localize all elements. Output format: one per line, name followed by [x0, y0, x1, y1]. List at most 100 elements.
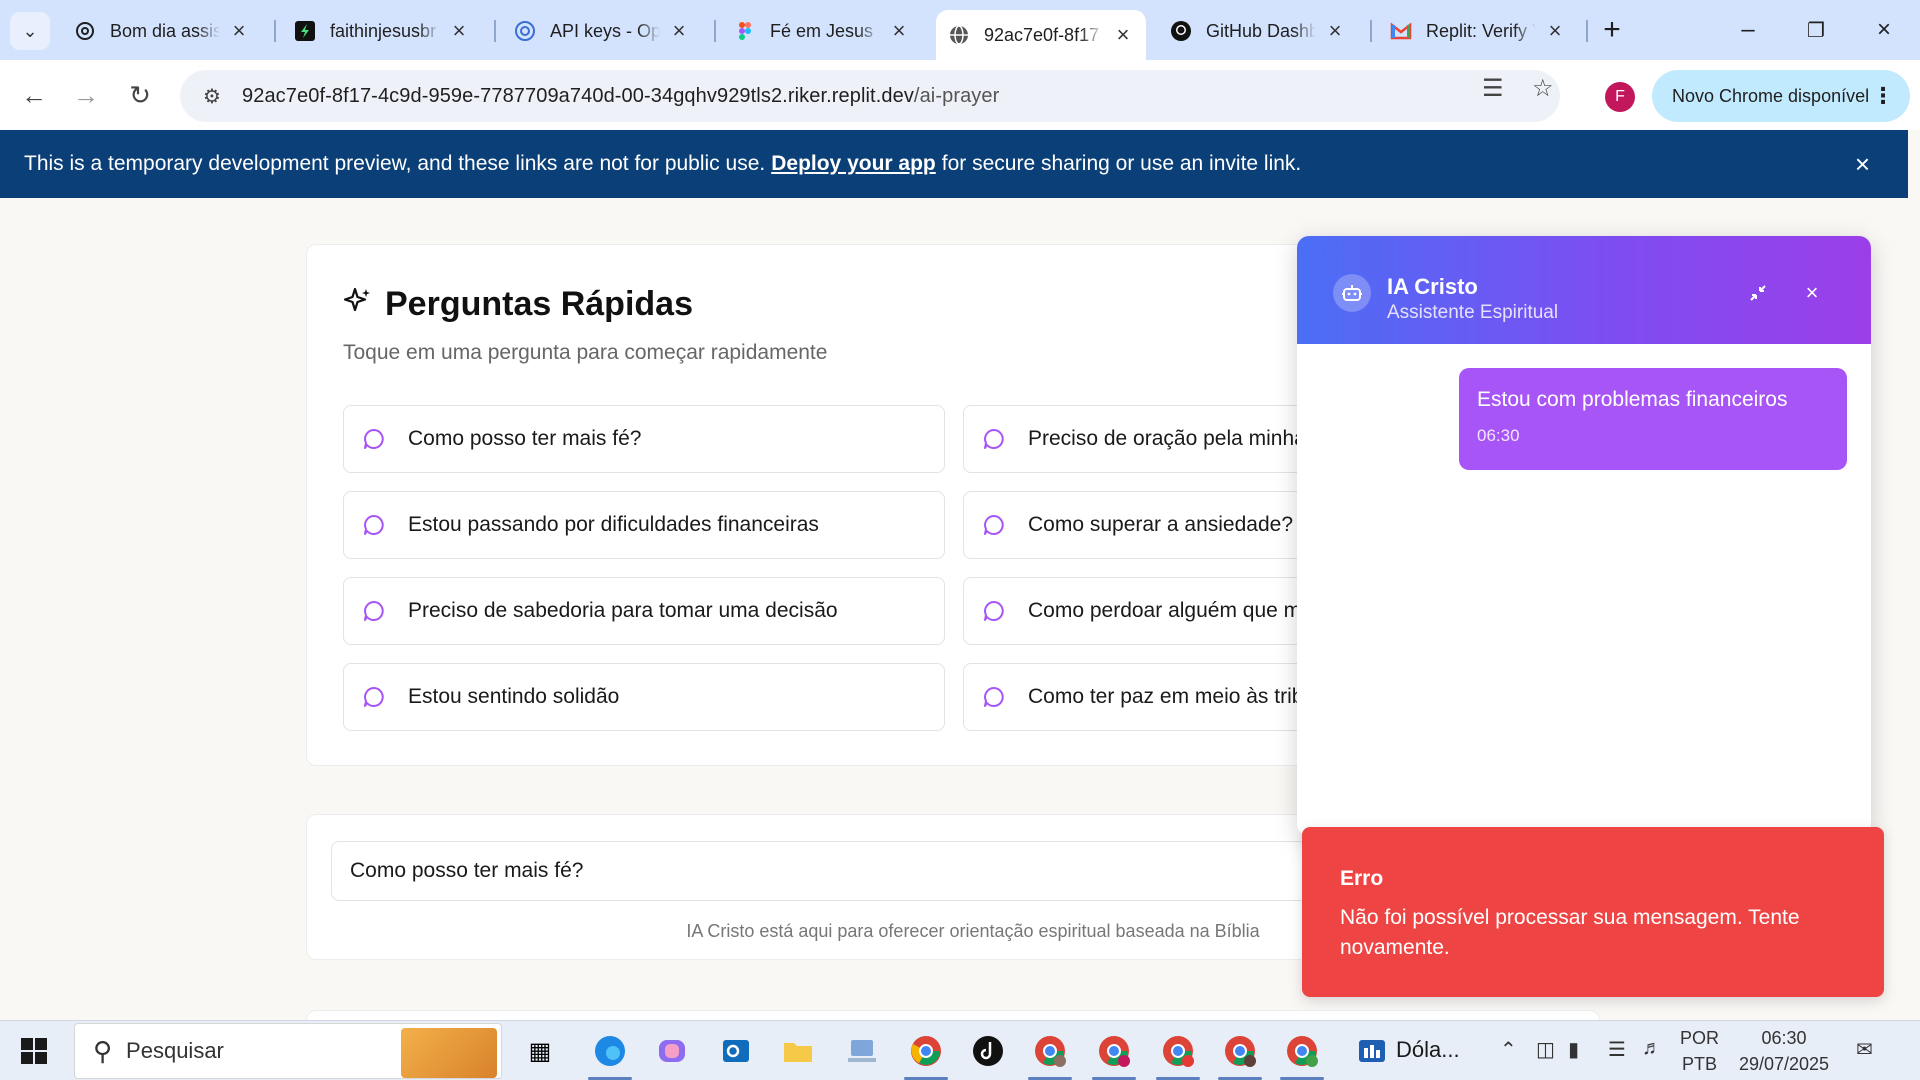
- dev-preview-banner: This is a temporary development preview,…: [0, 130, 1908, 198]
- back-icon[interactable]: ←: [14, 75, 54, 115]
- battery-icon[interactable]: ▮: [1568, 1037, 1579, 1062]
- clock-date: 29/07/2025: [1738, 1054, 1830, 1074]
- tab-divider: [494, 20, 496, 42]
- translate-icon[interactable]: ☰: [1482, 74, 1504, 103]
- tab-1[interactable]: faithinjesusbr ×: [282, 10, 482, 52]
- close-icon[interactable]: ×: [448, 18, 470, 44]
- forward-icon[interactable]: →: [66, 75, 106, 115]
- outlook-icon[interactable]: [716, 1031, 756, 1071]
- chrome-profile-d-icon[interactable]: [1220, 1031, 1260, 1071]
- figma-icon: [734, 20, 756, 42]
- tab-title: 92ac7e0f-8f17: [984, 24, 1100, 45]
- task-view-icon[interactable]: ▦: [520, 1031, 560, 1071]
- profile-avatar[interactable]: F: [1605, 82, 1635, 112]
- new-tab-button[interactable]: +: [1594, 12, 1630, 48]
- clock-time: 06:30: [1761, 1028, 1807, 1048]
- tab-search-button[interactable]: ⌄: [10, 12, 50, 50]
- chrome-profile-e-icon[interactable]: [1282, 1031, 1322, 1071]
- tab-title: Bom dia assistente: [110, 20, 220, 41]
- card-subtitle: Toque em uma pergunta para começar rapid…: [343, 341, 828, 364]
- taskbar-search[interactable]: ⚲ Pesquisar: [74, 1023, 502, 1079]
- message-time: 06:30: [1477, 426, 1520, 445]
- file-explorer-icon[interactable]: [778, 1031, 818, 1071]
- tab-6[interactable]: Replit: Verify Your ×: [1378, 10, 1578, 52]
- url-text: 92ac7e0f-8f17-4c9d-959e-7787709a740d-00-…: [242, 84, 1000, 107]
- tab-0[interactable]: Bom dia assistente ×: [62, 10, 262, 52]
- minimize-chat-icon[interactable]: [1745, 280, 1771, 306]
- wifi-icon[interactable]: ☰: [1608, 1037, 1626, 1062]
- search-icon: ⚲: [93, 1035, 113, 1066]
- chevron-down-icon: ⌄: [22, 20, 38, 41]
- close-icon[interactable]: ×: [1855, 149, 1870, 180]
- close-icon[interactable]: ×: [1544, 18, 1566, 44]
- site-settings-icon[interactable]: ⚙: [188, 84, 236, 109]
- quick-question-button[interactable]: Preciso de sabedoria para tomar uma deci…: [343, 577, 945, 645]
- tab-5[interactable]: GitHub Dashboard ×: [1158, 10, 1358, 52]
- close-chat-icon[interactable]: ×: [1799, 280, 1825, 306]
- reload-icon[interactable]: ↻: [120, 75, 160, 115]
- close-window-icon[interactable]: ×: [1866, 12, 1902, 48]
- message-circle-icon: [984, 601, 1004, 621]
- browser-toolbar: ← → ↻ ⚙ 92ac7e0f-8f17-4c9d-959e-7787709a…: [0, 60, 1920, 130]
- copilot-icon[interactable]: [652, 1031, 692, 1071]
- menu-dots-icon[interactable]: ⋮: [1872, 83, 1894, 109]
- currency-widget-icon[interactable]: [1352, 1031, 1392, 1071]
- tab-3[interactable]: Fé em Jesus - Figma ×: [722, 10, 922, 52]
- volume-icon[interactable]: ♬: [1642, 1037, 1662, 1060]
- question-label: Estou sentindo solidão: [408, 685, 620, 708]
- close-icon[interactable]: ×: [888, 18, 910, 44]
- currency-widget-label[interactable]: Dóla...: [1396, 1037, 1460, 1063]
- close-icon[interactable]: ×: [668, 18, 690, 44]
- chrome-icon[interactable]: [906, 1031, 946, 1071]
- chrome-update-button[interactable]: Novo Chrome disponível ⋮: [1652, 70, 1910, 122]
- tiktok-icon[interactable]: [968, 1031, 1008, 1071]
- windows-start-icon[interactable]: [20, 1037, 48, 1065]
- windows-taskbar: ⚲ Pesquisar ▦ Dóla... ⌃ ◫ ▮ ☰ ♬ POR PTB …: [0, 1020, 1920, 1080]
- question-label: Como posso ter mais fé?: [408, 427, 642, 450]
- search-placeholder: Pesquisar: [126, 1038, 224, 1063]
- card-title: Perguntas Rápidas: [343, 285, 693, 324]
- tab-2[interactable]: API keys - OpenAI ×: [502, 10, 702, 52]
- tab-title: faithinjesusbr: [330, 20, 437, 41]
- chat-subtitle: Assistente Espiritual: [1387, 302, 1559, 323]
- chrome-profile-h-icon[interactable]: [1094, 1031, 1134, 1071]
- close-icon[interactable]: ×: [228, 18, 250, 44]
- tab-divider: [1370, 20, 1372, 42]
- question-label: Como superar a ansiedade?: [1028, 513, 1294, 536]
- star-icon[interactable]: ☆: [1532, 74, 1554, 103]
- chevron-up-icon[interactable]: ⌃: [1500, 1037, 1517, 1062]
- quick-question-button[interactable]: Estou sentindo solidão: [343, 663, 945, 731]
- message-circle-icon: [364, 515, 384, 535]
- edge-icon[interactable]: [590, 1031, 630, 1071]
- clock[interactable]: 06:30 29/07/2025: [1736, 1025, 1832, 1077]
- address-bar[interactable]: ⚙ 92ac7e0f-8f17-4c9d-959e-7787709a740d-0…: [180, 70, 1560, 122]
- device-icon[interactable]: [842, 1031, 882, 1071]
- message-circle-icon: [364, 429, 384, 449]
- tab-4-active[interactable]: 92ac7e0f-8f17 ×: [936, 10, 1146, 60]
- chrome-profile-f-icon[interactable]: [1158, 1031, 1198, 1071]
- deploy-link[interactable]: Deploy your app: [771, 152, 936, 176]
- language-indicator[interactable]: POR PTB: [1680, 1025, 1719, 1077]
- bot-icon: [1333, 274, 1371, 312]
- message-circle-icon: [984, 515, 1004, 535]
- chrome-profile-c-icon[interactable]: [1030, 1031, 1070, 1071]
- toast-title: Erro: [1340, 867, 1384, 890]
- quick-question-button[interactable]: Estou passando por dificuldades financei…: [343, 491, 945, 559]
- tab-title: GitHub Dashboard: [1206, 20, 1316, 41]
- notifications-icon[interactable]: ✉: [1856, 1037, 1873, 1062]
- close-icon[interactable]: ×: [1324, 18, 1346, 44]
- keyboard-layout: PTB: [1682, 1054, 1718, 1074]
- tab-divider: [714, 20, 716, 42]
- close-icon[interactable]: ×: [1112, 22, 1134, 48]
- tab-strip: ⌄ Bom dia assistente × faithinjesusbr × …: [0, 0, 1920, 60]
- chat-title: IA Cristo: [1387, 274, 1478, 299]
- minimize-icon[interactable]: –: [1730, 12, 1766, 48]
- meet-icon[interactable]: ◫: [1536, 1037, 1555, 1062]
- update-label: Novo Chrome disponível: [1672, 85, 1870, 106]
- chat-panel: IA Cristo Assistente Espiritual × Estou …: [1297, 236, 1871, 836]
- globe-icon: [948, 24, 970, 46]
- quick-question-button[interactable]: Como posso ter mais fé?: [343, 405, 945, 473]
- message-circle-icon: [984, 429, 1004, 449]
- restore-icon[interactable]: ❐: [1798, 12, 1834, 48]
- sparkles-icon: [343, 286, 373, 324]
